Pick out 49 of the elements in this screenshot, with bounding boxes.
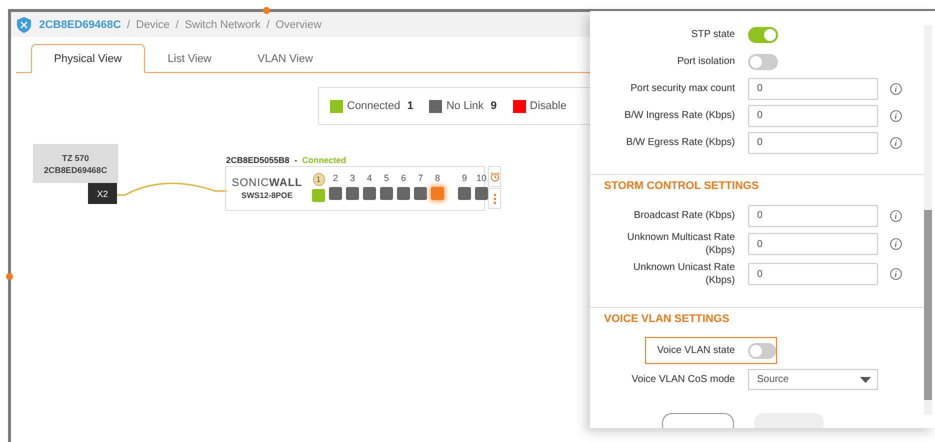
view-tab[interactable]: Physical View (31, 44, 145, 73)
port-number: 5 (384, 173, 389, 184)
field-label: Unknown Multicast Rate (Kbps) (626, 231, 735, 257)
port-number: 8 (434, 173, 440, 184)
title-dash: - (294, 155, 298, 165)
port-number: 7 (418, 173, 423, 184)
port-number: 10 (476, 173, 486, 184)
port-number: 3 (350, 173, 355, 184)
port-number: 4 (366, 173, 372, 184)
firewall-node[interactable]: TZ 570 2CB8ED69468C (33, 144, 118, 183)
legend-label: No Link (446, 100, 484, 112)
field-label: B/W Ingress Rate (Kbps) (623, 109, 735, 122)
breadcrumb-separator: / (126, 18, 130, 30)
input-field[interactable]: 0 (748, 78, 878, 100)
device-serial: 2CB8ED69468C (44, 164, 108, 174)
legend-label: Disable (530, 100, 566, 112)
view-tab[interactable]: VLAN View (234, 44, 336, 73)
section-title: STORM CONTROL SETTINGS (603, 180, 760, 192)
section-title: VOICE VLAN SETTINGS (603, 313, 730, 325)
input-field[interactable]: 0 (748, 132, 878, 154)
breadcrumb-separator: / (176, 18, 179, 30)
view-tab[interactable]: List View (144, 44, 234, 73)
field-label: Voice VLAN CoS mode (630, 373, 735, 386)
switch-model: SWS12-8POE (241, 191, 293, 200)
field-label: Broadcast Rate (Kbps) (632, 209, 735, 222)
legend-count: 9 (490, 100, 497, 112)
legend-label: Connected (347, 100, 400, 112)
brand-logo: SONICWALL (232, 177, 302, 189)
device-model: TZ 570 (62, 152, 89, 162)
field-label: Port isolation (676, 55, 735, 68)
breadcrumb-separator: / (266, 18, 270, 30)
input-field[interactable]: 0 (748, 263, 878, 285)
field-label: B/W Egress Rate (Kbps) (625, 136, 735, 149)
firewall-port[interactable]: X2 (88, 183, 117, 204)
port-number: 9 (462, 173, 467, 184)
field-label: STP state (690, 28, 735, 41)
dropdown[interactable]: Source (748, 369, 878, 390)
field-label: Port security max count (630, 82, 735, 95)
legend-count: 1 (407, 100, 414, 112)
port-number: 1 (312, 173, 324, 186)
input-field[interactable]: 0 (748, 204, 878, 226)
input-field[interactable]: 0 (748, 233, 878, 255)
field-label: Unknown Unicast Rate (Kbps) (632, 261, 735, 287)
switch-serial: 2CB8ED5055B8 (226, 155, 290, 165)
port-number: 6 (400, 173, 406, 184)
field-label: Voice VLAN state (656, 344, 735, 357)
input-field[interactable]: 0 (748, 104, 878, 126)
switch-status: Connected (302, 155, 346, 165)
port-number: 2 (332, 173, 338, 184)
